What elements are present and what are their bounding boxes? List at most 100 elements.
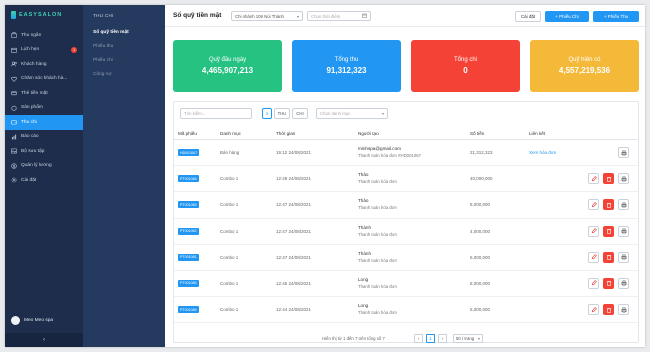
search-input[interactable]: Tìm kiếm... bbox=[180, 108, 252, 119]
voucher-code-badge[interactable]: PT001083 bbox=[178, 201, 199, 209]
voucher-code-badge[interactable]: PT001081 bbox=[178, 253, 199, 261]
print-icon[interactable] bbox=[618, 277, 629, 289]
filter-expense-toggle[interactable]: CHI bbox=[292, 108, 308, 119]
print-icon[interactable] bbox=[618, 251, 629, 263]
creator-note: Thanh toán hóa đơn bbox=[358, 179, 397, 185]
sidebar-item-10[interactable]: Cài đặt bbox=[5, 173, 83, 188]
summary-card-label: Quỹ đầu ngày bbox=[208, 57, 247, 63]
brand: EASYSALON bbox=[5, 5, 83, 25]
summary-card-label: Tổng thu bbox=[334, 57, 359, 63]
voucher-code-badge[interactable]: PT001082 bbox=[178, 227, 199, 235]
print-icon[interactable] bbox=[618, 304, 629, 316]
sidebar-item-0[interactable]: Thu ngân bbox=[5, 28, 83, 43]
submenu-item-receipts[interactable]: Phiếu thu bbox=[83, 39, 165, 53]
edit-icon[interactable] bbox=[588, 225, 599, 237]
voucher-code-badge[interactable]: PT001089 bbox=[178, 306, 199, 314]
creator-cell: Thành Thanh toán hóa đơn bbox=[358, 225, 397, 237]
summary-card-value: 91,312,323 bbox=[326, 66, 367, 75]
print-icon[interactable] bbox=[618, 147, 629, 158]
user-name: Meo Meo spa bbox=[24, 318, 54, 323]
sidebar-item-label: Quản lý lương bbox=[21, 163, 52, 169]
branch-select[interactable]: Chi nhánh 106 Núi Thành ▾ bbox=[231, 11, 303, 21]
creator-note: Thanh toán hóa đơn bbox=[358, 283, 397, 289]
creator-name: Thảo bbox=[358, 172, 369, 178]
filter-income-toggle[interactable]: THU bbox=[274, 108, 290, 119]
edit-icon[interactable] bbox=[588, 277, 599, 289]
sidebar-item-5[interactable]: Sản phẩm bbox=[5, 101, 83, 116]
chevron-down-icon: ▾ bbox=[477, 336, 480, 341]
time-cell: 12:48 24/08/2021 bbox=[276, 176, 312, 182]
edit-icon[interactable] bbox=[588, 173, 599, 185]
creator-name: Long bbox=[358, 303, 369, 309]
amount-cell: 5,000,000 bbox=[470, 254, 491, 260]
sidebar-item-label: Thẻ tiền mặt bbox=[21, 90, 48, 96]
table-header: Mã phiếu Danh mục Thời gian Người tạo Số… bbox=[174, 128, 638, 140]
summary-card-label: Quỹ hiện có bbox=[568, 57, 601, 63]
collapse-sidebar-button[interactable]: ‹ bbox=[5, 333, 83, 347]
page-title: Sổ quỹ tiền mặt bbox=[173, 12, 222, 19]
sidebar-item-7[interactable]: Báo cáo bbox=[5, 130, 83, 145]
summary-card-0: Quỹ đầu ngày 4,465,907,213 bbox=[173, 40, 282, 92]
filter-all-toggle[interactable]: ≡ bbox=[262, 108, 272, 119]
creator-note: Thanh toán hóa đơn bbox=[358, 257, 397, 263]
time-cell: 12:47 24/08/2021 bbox=[276, 254, 312, 260]
column-header-category: Danh mục bbox=[220, 131, 241, 136]
care-icon bbox=[11, 76, 17, 82]
submenu-item-debts[interactable]: Công nợ bbox=[83, 67, 165, 81]
view-invoice-link[interactable]: Xem hóa đơn bbox=[529, 150, 556, 155]
sidebar-item-2[interactable]: Khách hàng bbox=[5, 57, 83, 72]
creator-cell: Long Thanh toán hóa đơn bbox=[358, 277, 397, 289]
sidebar-item-9[interactable]: Quản lý lương bbox=[5, 159, 83, 174]
category-select[interactable]: Chọn danh mục ▾ bbox=[316, 108, 388, 119]
print-icon[interactable] bbox=[618, 225, 629, 237]
submenu-item-payments[interactable]: Phiếu chi bbox=[83, 53, 165, 67]
customers-icon bbox=[11, 61, 17, 67]
prev-page-button[interactable]: ‹ bbox=[414, 334, 423, 343]
user-profile[interactable]: Meo Meo spa bbox=[11, 316, 53, 325]
page-button[interactable]: 1 bbox=[426, 334, 435, 343]
sidebar-item-8[interactable]: Bộ sưu tập bbox=[5, 144, 83, 159]
edit-icon[interactable] bbox=[588, 199, 599, 211]
transactions-panel: Tìm kiếm... ≡ THU CHI Chọn danh mục ▾ Mã… bbox=[173, 101, 639, 343]
voucher-code-badge[interactable]: HD001067 bbox=[178, 149, 200, 156]
edit-icon[interactable] bbox=[588, 304, 599, 316]
delete-icon[interactable] bbox=[603, 173, 614, 185]
voucher-code-badge[interactable]: PT001084 bbox=[178, 175, 199, 183]
calendar-icon bbox=[362, 13, 367, 19]
delete-icon[interactable] bbox=[603, 251, 614, 263]
next-page-button[interactable]: › bbox=[438, 334, 447, 343]
voucher-code-badge[interactable]: PT001080 bbox=[178, 279, 199, 287]
avatar bbox=[11, 316, 20, 325]
time-cell: 12:47 24/08/2021 bbox=[276, 202, 312, 208]
date-picker[interactable]: Chọn thời điểm bbox=[307, 11, 371, 21]
sidebar-item-1[interactable]: Lịch hẹn 1 bbox=[5, 43, 83, 58]
creator-name: Long bbox=[358, 276, 369, 282]
add-income-button[interactable]: + Phiếu Thu bbox=[593, 11, 639, 22]
print-icon[interactable] bbox=[618, 173, 629, 185]
category-cell: Combo 1 bbox=[220, 280, 239, 286]
delete-icon[interactable] bbox=[603, 225, 614, 237]
sidebar: EASYSALON Thu ngân Lịch hẹn 1 Khách hàng Chă… bbox=[5, 5, 83, 347]
delete-icon[interactable] bbox=[603, 199, 614, 211]
filter-bar: Tìm kiếm... ≡ THU CHI Chọn danh mục ▾ bbox=[180, 108, 634, 120]
category-cell: Bán hàng bbox=[220, 150, 240, 155]
print-icon[interactable] bbox=[618, 199, 629, 211]
delete-icon[interactable] bbox=[603, 304, 614, 316]
submenu-item-cash-book[interactable]: Sổ quỹ tiền mặt bbox=[83, 25, 165, 39]
add-expense-button[interactable]: + Phiếu Chi bbox=[545, 11, 589, 22]
column-header-link: Liên kết bbox=[529, 131, 546, 136]
edit-icon[interactable] bbox=[588, 251, 599, 263]
column-header-creator: Người tạo bbox=[358, 131, 379, 136]
column-header-time: Thời gian bbox=[276, 131, 296, 136]
category-cell: Combo 1 bbox=[220, 307, 239, 313]
sidebar-item-6[interactable]: Thu chi bbox=[5, 115, 83, 130]
page-size-select[interactable]: 50 / trang ▾ bbox=[453, 334, 483, 343]
delete-icon[interactable] bbox=[603, 277, 614, 289]
sidebar-item-4[interactable]: Thẻ tiền mặt bbox=[5, 86, 83, 101]
column-header-amount: Số tiền bbox=[470, 131, 485, 136]
time-cell: 12:45 24/08/2021 bbox=[276, 280, 312, 286]
settings-button[interactable]: Cài đặt bbox=[515, 11, 541, 22]
creator-cell: minhspa@gmail.com Thanh toán hóa đơn #HD0… bbox=[358, 146, 421, 158]
sidebar-item-3[interactable]: Chăm sóc khách hà... bbox=[5, 72, 83, 87]
creator-note: Thanh toán hóa đơn bbox=[358, 310, 397, 316]
